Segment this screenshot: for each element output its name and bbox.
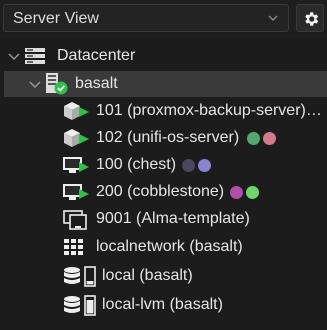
network-grid-icon [64,239,83,255]
view-select[interactable]: Server View [3,4,289,32]
vm-running-icon [63,184,89,200]
tree-item-guest-101[interactable]: 101 (proxmox-backup-server)… [0,98,327,124]
tree-item-label: basalt [75,75,118,92]
tree-item-label: 100 (chest) [96,156,177,173]
gear-icon [305,12,319,26]
tree-item-label: 200 (cobblestone) [96,183,225,200]
tree-item-sdn-localnetwork[interactable]: localnetwork (basalt) [0,234,327,260]
tree-item-storage-local-lvm[interactable]: local-lvm (basalt) [0,292,327,318]
guest-tags [182,159,214,172]
tree-item-label: local-lvm (basalt) [102,296,223,313]
tree-item-guest-200[interactable]: 200 (cobblestone) [0,179,327,205]
container-running-icon [64,102,89,120]
resource-toolbar: Server View [0,0,327,38]
storage-icon [64,295,96,316]
server-online-icon [46,73,68,95]
tree-item-storage-local[interactable]: local (basalt) [0,263,327,289]
container-running-icon [64,129,89,147]
guest-tags [247,132,279,145]
server-rack-icon [25,48,45,64]
tree-item-label: Datacenter [57,47,136,64]
storage-icon [64,266,96,287]
tree-item-label: 102 (unifi-os-server) [96,129,240,146]
tag-badge[interactable] [230,186,243,199]
tree-item-label: 101 (proxmox-backup-server)… [96,102,322,119]
chevron-down-icon [268,15,278,22]
tag-badge[interactable] [182,159,195,172]
tree-item-label: 9001 (Alma-template) [96,210,250,227]
tree-item-datacenter[interactable]: Datacenter [0,43,327,69]
tree-item-label: local (basalt) [102,267,193,284]
tree-item-guest-100[interactable]: 100 (chest) [0,152,327,178]
tag-badge[interactable] [263,132,276,145]
tag-badge[interactable] [247,132,260,145]
view-select-value: Server View [13,10,99,27]
expanded-chevron-icon[interactable] [8,53,20,61]
vm-running-icon [63,157,89,173]
tree-item-guest-102[interactable]: 102 (unifi-os-server) [0,125,327,151]
expanded-chevron-icon[interactable] [29,81,41,89]
tag-badge[interactable] [198,159,211,172]
tree-item-template-9001[interactable]: 9001 (Alma-template) [0,206,327,232]
tree-item-node-basalt[interactable]: basalt [4,71,327,97]
guest-tags [230,186,262,199]
tree-item-label: localnetwork (basalt) [96,238,243,255]
settings-button[interactable] [296,4,324,32]
template-icon [63,210,87,230]
tag-badge[interactable] [246,186,259,199]
